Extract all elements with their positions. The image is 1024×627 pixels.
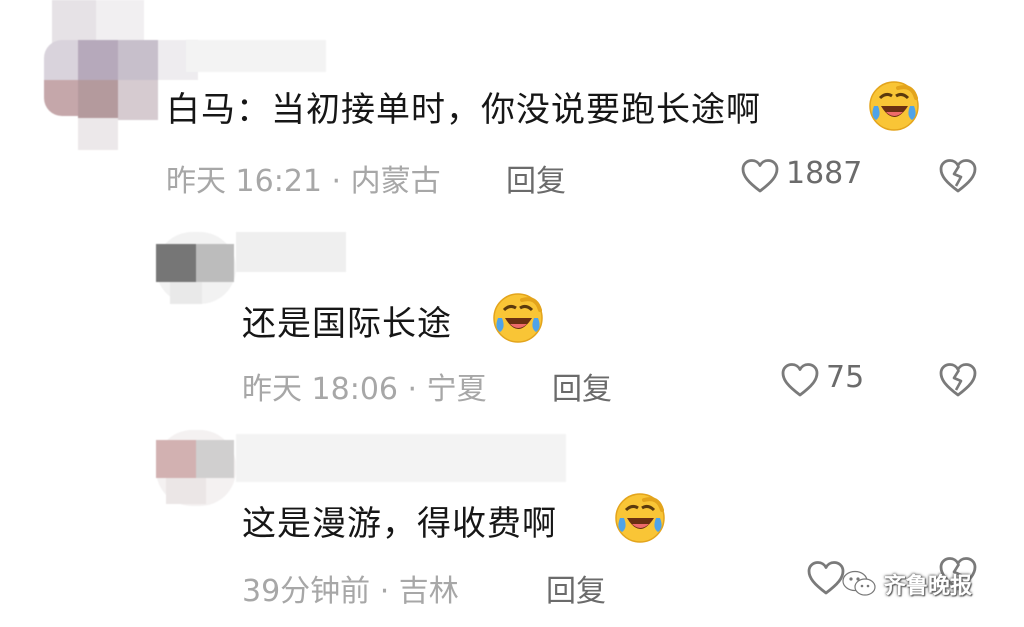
comment-meta: 昨天 16:21 · 内蒙古	[166, 164, 441, 199]
comment-text: 白马：当初接单时，你没说要跑长途啊	[166, 90, 761, 130]
comment-2: 还是国际长途 昨天 18:06 · 宁夏 回复 75	[0, 220, 1024, 410]
comment-meta: 39分钟前 · 吉林	[242, 574, 459, 609]
like-heart-icon[interactable]	[780, 362, 820, 398]
dislike-heart-icon[interactable]	[938, 158, 978, 194]
reply-button[interactable]: 回复	[546, 566, 606, 610]
comment-text: 这是漫游，得收费啊	[242, 504, 557, 544]
dislike-heart-icon[interactable]	[938, 362, 978, 398]
comment-text: 还是国际长途	[242, 304, 452, 344]
reply-username-blurred[interactable]	[236, 232, 346, 272]
laugh-cry-emoji	[614, 492, 666, 544]
avatar-blurred[interactable]	[44, 0, 198, 150]
comment-1: 白马：当初接单时，你没说要跑长途啊 昨天 16:21 · 内蒙古 回复 1887	[0, 0, 1024, 210]
reply-button[interactable]: 回复	[552, 364, 612, 408]
reply-avatar-blurred[interactable]	[156, 232, 236, 304]
comment-meta: 昨天 18:06 · 宁夏	[242, 372, 487, 407]
reply-avatar-blurred[interactable]	[156, 430, 236, 506]
username-blurred[interactable]	[186, 40, 326, 72]
laugh-cry-emoji	[868, 80, 920, 132]
reply-button[interactable]: 回复	[506, 156, 566, 200]
watermark: 齐鲁晚报	[842, 566, 1022, 602]
wechat-icon	[842, 570, 876, 602]
like-count: 1887	[786, 156, 863, 191]
like-heart-icon[interactable]	[740, 158, 780, 194]
like-heart-icon[interactable]	[806, 560, 846, 596]
laugh-cry-emoji	[492, 292, 544, 344]
like-count: 75	[826, 360, 865, 395]
watermark-text: 齐鲁晚报	[884, 574, 973, 599]
reply-username-blurred[interactable]	[236, 434, 566, 482]
